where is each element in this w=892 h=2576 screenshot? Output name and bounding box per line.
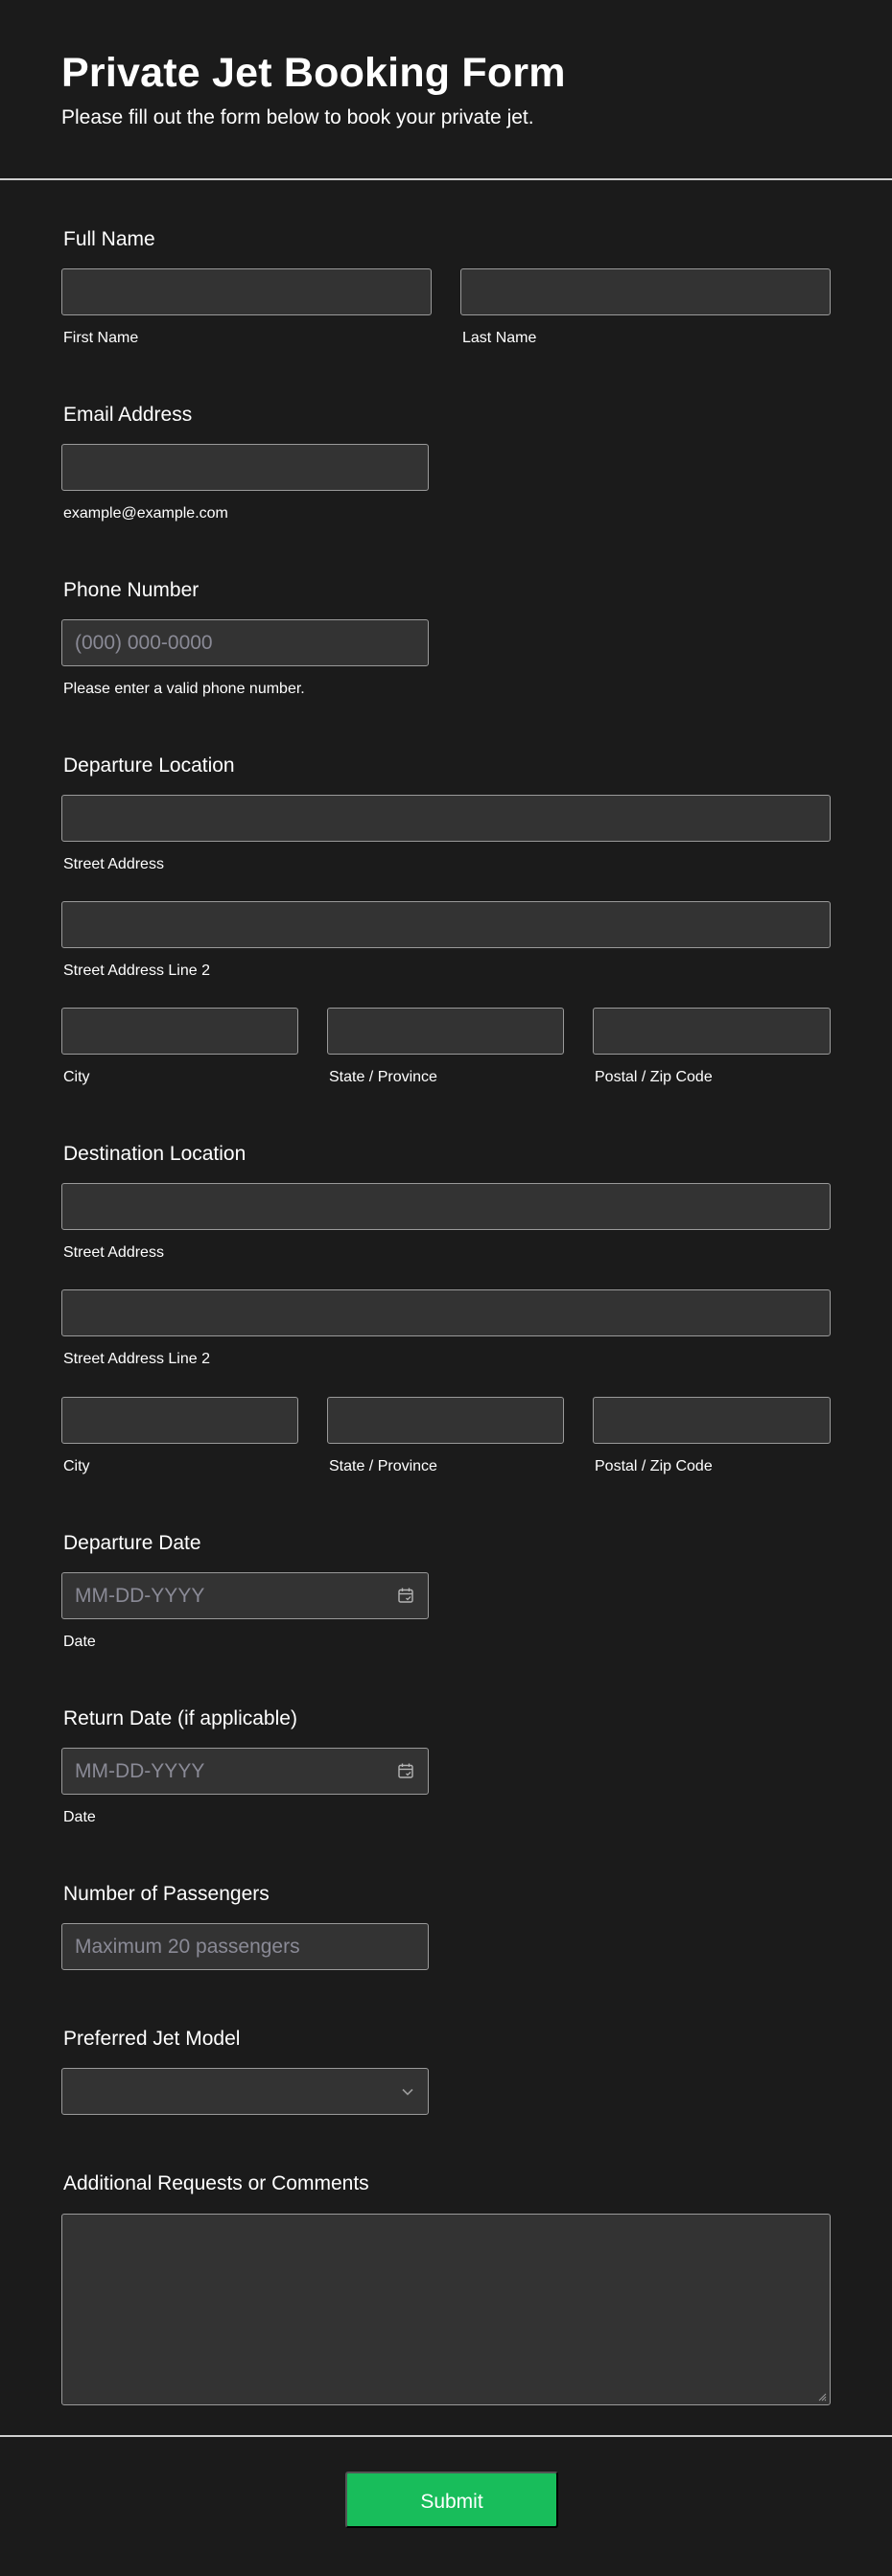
departure-date-input[interactable]: MM-DD-YYYY [61, 1572, 429, 1619]
return-date-input[interactable]: MM-DD-YYYY [61, 1748, 429, 1795]
departure-location-label: Departure Location [63, 754, 235, 777]
passengers-label: Number of Passengers [63, 1883, 270, 1905]
phone-hint: Please enter a valid phone number. [63, 681, 305, 697]
destination-state-input[interactable] [327, 1397, 564, 1444]
destination-city-input[interactable] [61, 1397, 298, 1444]
departure-street2-input[interactable] [61, 901, 831, 948]
email-label: Email Address [63, 404, 193, 426]
last-name-input[interactable] [460, 268, 831, 315]
departure-state-input[interactable] [327, 1008, 564, 1055]
jet-model-label: Preferred Jet Model [63, 2028, 241, 2050]
departure-zip-input[interactable] [593, 1008, 831, 1055]
destination-zip-input[interactable] [593, 1397, 831, 1444]
footer-divider [0, 2435, 892, 2437]
first-name-input[interactable] [61, 268, 432, 315]
departure-date-hint: Date [63, 1634, 96, 1650]
jet-model-select[interactable] [61, 2068, 429, 2115]
form-title: Private Jet Booking Form [61, 50, 566, 96]
passengers-placeholder: Maximum 20 passengers [75, 1936, 300, 1958]
return-date-hint: Date [63, 1809, 96, 1825]
destination-street2-input[interactable] [61, 1289, 831, 1336]
return-date-label: Return Date (if applicable) [63, 1707, 297, 1729]
form-header: Private Jet Booking Form Please fill out… [0, 0, 892, 180]
departure-city-sublabel: City [63, 1069, 90, 1085]
full-name-label: Full Name [63, 228, 155, 250]
comments-textarea[interactable] [61, 2214, 831, 2405]
phone-placeholder: (000) 000-0000 [75, 632, 213, 654]
destination-street-sublabel: Street Address [63, 1244, 164, 1261]
destination-location-label: Destination Location [63, 1143, 246, 1165]
destination-city-sublabel: City [63, 1458, 90, 1474]
departure-city-input[interactable] [61, 1008, 298, 1055]
departure-street2-sublabel: Street Address Line 2 [63, 963, 210, 979]
calendar-icon[interactable] [397, 1762, 414, 1779]
resize-handle-icon[interactable] [817, 2392, 827, 2402]
calendar-icon[interactable] [397, 1587, 414, 1604]
chevron-down-icon [402, 2088, 413, 2096]
return-date-placeholder: MM-DD-YYYY [75, 1760, 205, 1782]
submit-button[interactable]: Submit [345, 2472, 558, 2528]
form-subtitle: Please fill out the form below to book y… [61, 106, 534, 128]
email-hint: example@example.com [63, 505, 228, 522]
departure-street-input[interactable] [61, 795, 831, 842]
comments-label: Additional Requests or Comments [63, 2172, 369, 2194]
departure-street-sublabel: Street Address [63, 856, 164, 872]
departure-date-label: Departure Date [63, 1532, 201, 1554]
destination-zip-sublabel: Postal / Zip Code [595, 1458, 713, 1474]
departure-date-placeholder: MM-DD-YYYY [75, 1585, 205, 1607]
phone-label: Phone Number [63, 579, 200, 601]
destination-state-sublabel: State / Province [329, 1458, 437, 1474]
departure-state-sublabel: State / Province [329, 1069, 437, 1085]
email-input[interactable] [61, 444, 429, 491]
destination-street-input[interactable] [61, 1183, 831, 1230]
destination-street2-sublabel: Street Address Line 2 [63, 1351, 210, 1367]
last-name-sublabel: Last Name [462, 330, 537, 346]
first-name-sublabel: First Name [63, 330, 139, 346]
departure-zip-sublabel: Postal / Zip Code [595, 1069, 713, 1085]
phone-input[interactable]: (000) 000-0000 [61, 619, 429, 666]
passengers-input[interactable]: Maximum 20 passengers [61, 1923, 429, 1970]
